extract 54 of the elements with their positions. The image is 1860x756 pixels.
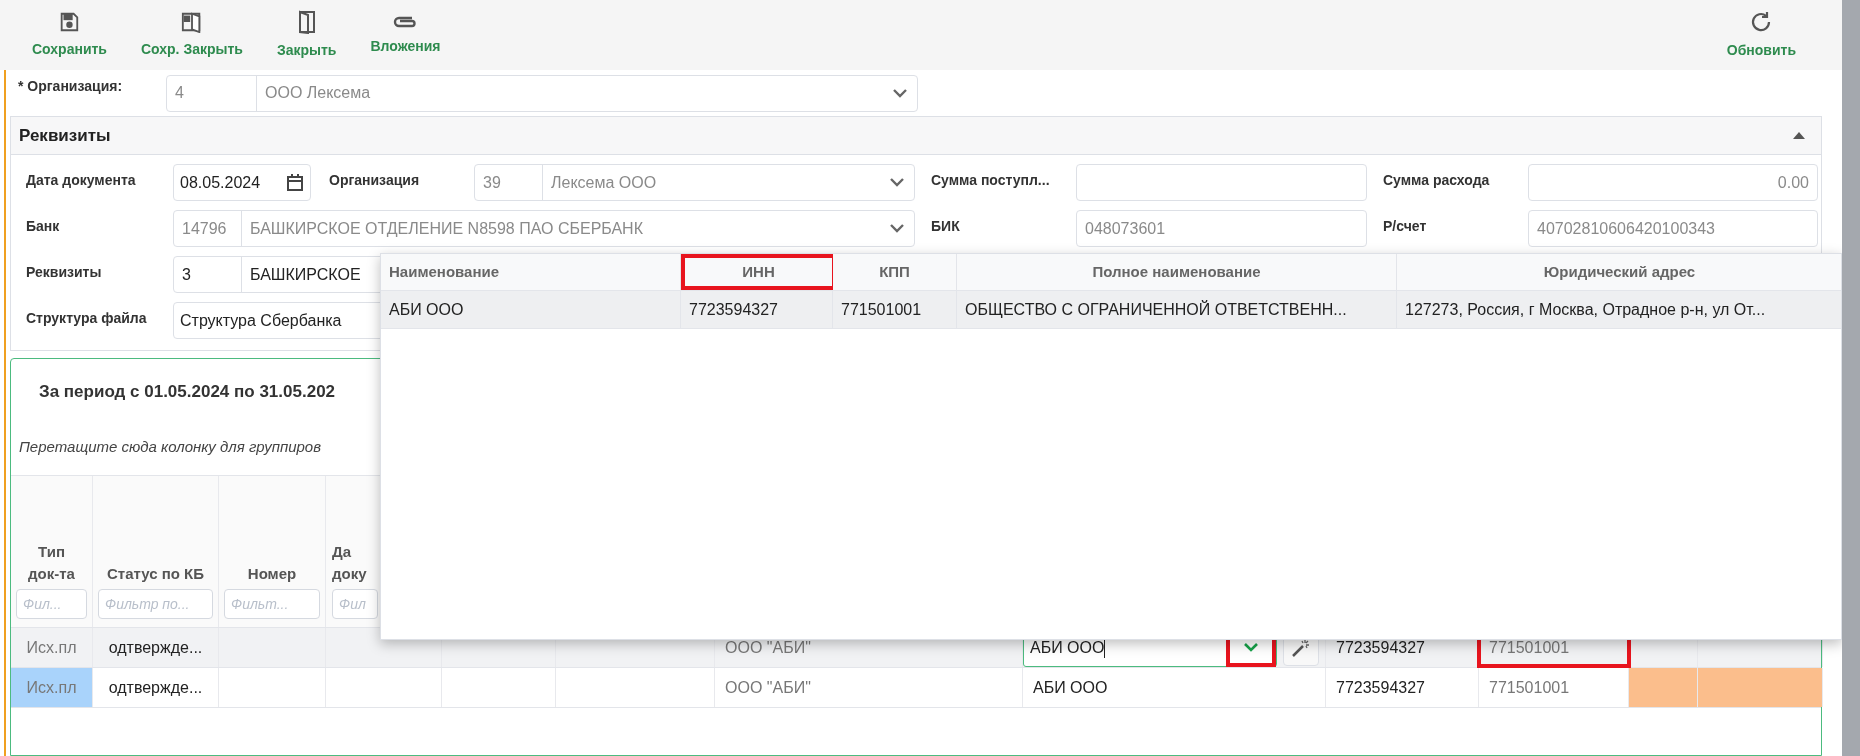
chevron-down-icon <box>893 88 907 98</box>
grid-title: За период с 01.05.2024 по 31.05.202 <box>38 381 337 404</box>
date-field[interactable]: 08.05.2024 <box>173 164 311 201</box>
field-label: БИК <box>931 217 961 236</box>
toolbar-button[interactable]: Сохр. Закрыть <box>132 0 251 70</box>
filter-field[interactable]: Фильт... <box>224 589 320 619</box>
filter-field[interactable]: Фил <box>332 589 378 619</box>
column-header[interactable]: КПП <box>833 254 957 290</box>
toolbar-button[interactable]: Сохранить <box>24 0 115 70</box>
group-hint: Перетащите сюда колонку для группиров <box>18 436 323 457</box>
table-cell: ОБЩЕСТВО С ОГРАНИЧЕННОЙ ОТВЕТСТВЕНН... <box>957 291 1397 328</box>
calendar-icon[interactable] <box>286 173 304 192</box>
section-title: Реквизиты <box>19 124 111 147</box>
chevron-down-icon <box>890 178 904 187</box>
lookup-field[interactable]: 4 ООО Лексема <box>166 74 918 112</box>
column-header[interactable]: Наименование <box>381 254 681 290</box>
column-header[interactable]: Да доку <box>332 541 367 585</box>
grid-row[interactable]: Исх.пл одтвержде... ООО "АБИ" АБИ ООО 7723594327 771501001 <box>11 667 1821 707</box>
toolbar-button[interactable]: Обновить <box>1718 0 1804 70</box>
column-header[interactable]: Статус по КБ <box>106 563 204 585</box>
save-icon <box>58 10 81 33</box>
scrollbar[interactable] <box>1842 0 1860 756</box>
dropdown-row[interactable]: АБИ ООО 7723594327 771501001 ОБЩЕСТВО С ОГРАНИЧЕННОЙ ОТВЕТСТВЕНН... 127273, Россия, г Москва, Отрадное р-н, ул От... <box>381 291 1841 329</box>
table-cell: 7723594327 <box>681 291 833 328</box>
field-label: Р/счет <box>1383 217 1428 236</box>
column-header[interactable]: Полное наименование <box>957 254 1397 290</box>
field-label: Сумма поступл... <box>931 171 1051 190</box>
input-field[interactable] <box>1076 164 1367 201</box>
field-label: Сумма расхода <box>1383 171 1491 190</box>
column-header[interactable]: Номер <box>247 563 297 585</box>
toolbar-button[interactable]: Вложения <box>362 0 449 70</box>
door-icon <box>296 9 317 34</box>
table-cell: ООО "АБИ" <box>715 668 1023 707</box>
column-header[interactable]: Тип док-та <box>28 541 75 585</box>
field-label: Банк <box>26 217 61 236</box>
table-cell: одтвержде... <box>93 668 219 707</box>
filter-field[interactable]: Фильтр по... <box>98 589 213 619</box>
magic-wand-icon <box>1291 637 1311 658</box>
field-label: * Организация: <box>18 77 124 96</box>
table-cell: АБИ ООО <box>381 291 681 328</box>
field-label: Дата документа <box>26 171 137 190</box>
field-label: Реквизиты <box>26 263 103 282</box>
table-cell: Исх.пл <box>11 668 93 707</box>
table-cell: АБИ ООО <box>1023 668 1326 707</box>
filter-field[interactable]: Фил... <box>16 589 87 619</box>
chevron-down-icon <box>1244 643 1258 652</box>
field-label: Организация <box>329 171 421 190</box>
chevron-down-icon <box>890 224 904 233</box>
toolbar-button[interactable]: Закрыть <box>268 0 345 70</box>
column-header[interactable]: ИНН <box>681 254 833 290</box>
collapse-caret-icon[interactable] <box>1793 132 1805 139</box>
table-cell: 771501001 <box>833 291 957 328</box>
field-label: Структура файла <box>26 309 148 328</box>
table-cell: 7723594327 <box>1326 668 1479 707</box>
